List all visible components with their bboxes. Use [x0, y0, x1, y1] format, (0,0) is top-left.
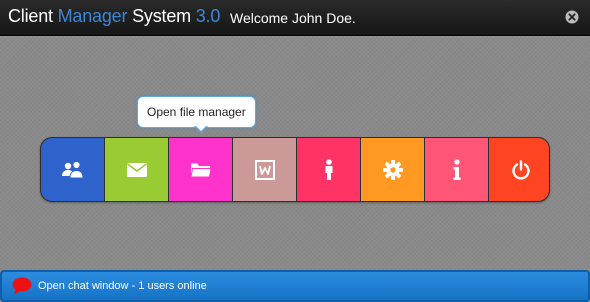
dock-info-button[interactable] — [425, 138, 488, 201]
gear-icon — [382, 159, 403, 180]
dock-profile-button[interactable] — [297, 138, 360, 201]
dock-file-manager-button[interactable] — [169, 138, 232, 201]
folder-icon — [190, 162, 211, 178]
chat-status-text: Open chat window - 1 users online — [38, 280, 207, 292]
person-icon — [324, 158, 334, 181]
power-icon — [511, 159, 531, 180]
chat-bubble-icon — [12, 277, 32, 300]
tooltip: Open file manager — [137, 96, 256, 128]
close-icon[interactable] — [565, 10, 579, 24]
users-icon — [61, 160, 85, 180]
title-manager: Manager — [57, 6, 128, 26]
dock-logout-button[interactable] — [489, 138, 549, 201]
info-icon — [452, 158, 462, 181]
chat-bar-button[interactable]: Open chat window - 1 users online — [0, 270, 590, 302]
app-title: Client Manager System 3.0 — [8, 6, 220, 27]
dock-clients-button[interactable] — [41, 138, 104, 201]
title-client: Client — [8, 6, 53, 26]
title-version: 3.0 — [195, 6, 221, 26]
app-dock — [40, 137, 550, 202]
tooltip-arrow-inner — [195, 125, 207, 131]
envelope-icon — [126, 162, 147, 177]
title-system: System — [132, 6, 191, 26]
welcome-message: Welcome John Doe. — [230, 10, 356, 26]
dock-documents-button[interactable] — [233, 138, 296, 201]
top-bar: Client Manager System 3.0 Welcome John D… — [0, 0, 590, 36]
dock-messages-button[interactable] — [105, 138, 168, 201]
word-document-icon — [254, 159, 275, 180]
dock-settings-button[interactable] — [361, 138, 424, 201]
